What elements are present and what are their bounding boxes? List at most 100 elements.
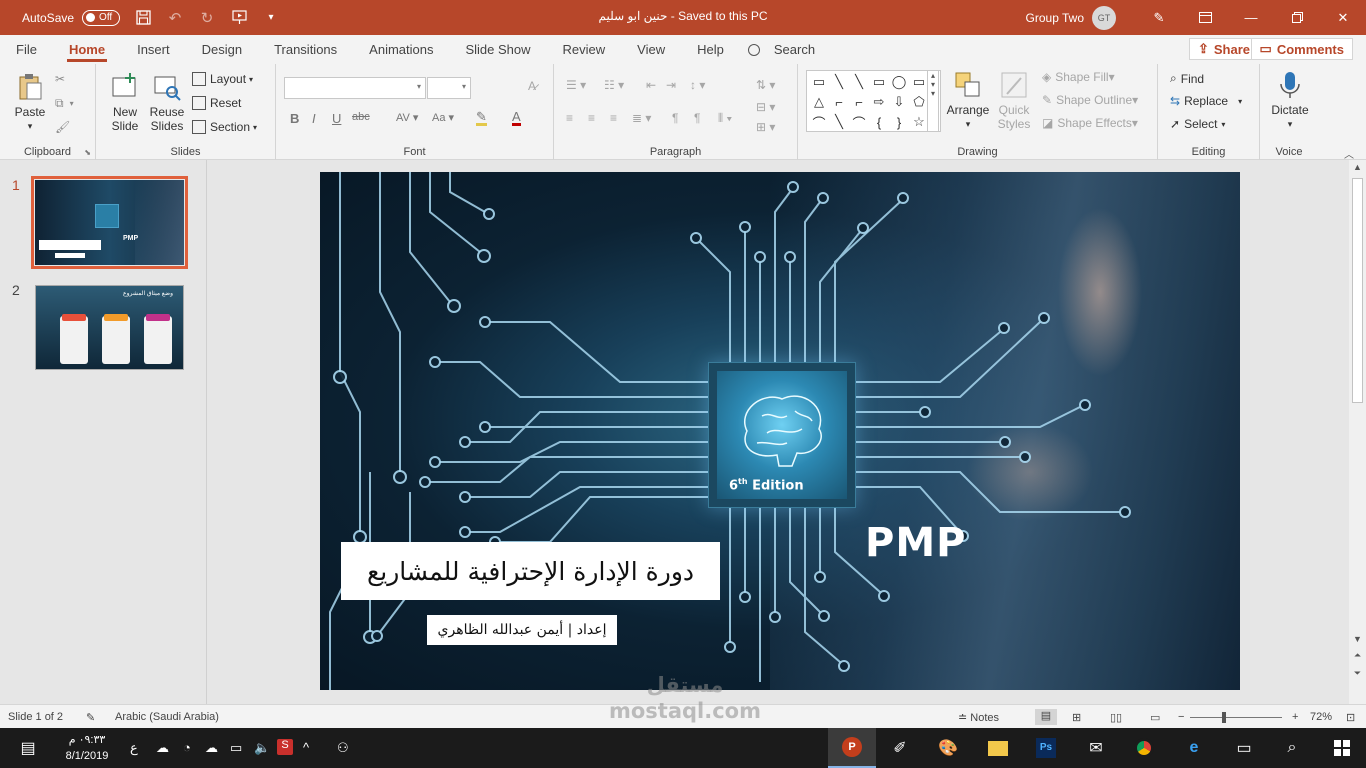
author-textbox[interactable]: إعداد | أيمن عبدالله الظاهري (427, 615, 617, 645)
format-painter-icon[interactable]: 🖌 (55, 120, 70, 134)
character-spacing-icon[interactable]: AV ▾ (396, 111, 418, 124)
tab-transitions[interactable]: Transitions (258, 35, 353, 64)
increase-indent-icon[interactable]: ⇥ (666, 78, 676, 92)
vertical-scrollbar[interactable]: ▲ ▼ ⏶ ⏷ (1349, 160, 1366, 704)
tab-insert[interactable]: Insert (121, 35, 186, 64)
file-explorer-icon[interactable] (974, 728, 1022, 768)
reuse-slides-button[interactable]: Reuse Slides (148, 72, 186, 133)
bullets-icon[interactable]: ☰ ▾ (566, 78, 586, 92)
onedrive-upload-icon[interactable]: ☁ (156, 740, 169, 756)
tab-animations[interactable]: Animations (353, 35, 449, 64)
app-tray-icon[interactable]: S (277, 739, 293, 755)
clear-formatting-icon[interactable]: A̷ (528, 79, 536, 93)
quick-styles-button[interactable]: Quick Styles (994, 70, 1034, 131)
align-right-icon[interactable]: ≡ (610, 111, 617, 125)
bold-button[interactable]: B (290, 111, 299, 126)
people-icon[interactable]: ⚇ (337, 740, 349, 756)
smartart-icon[interactable]: ⊞ ▾ (756, 120, 775, 134)
zoom-slider[interactable] (1190, 717, 1282, 718)
search-box[interactable]: Search (747, 35, 815, 64)
slide-sorter-icon[interactable]: ⊞ (1072, 711, 1081, 724)
scroll-up-icon[interactable]: ▲ (1349, 162, 1366, 172)
search-taskbar-icon[interactable]: ⌕ (1268, 728, 1316, 768)
start-icon[interactable] (1318, 728, 1366, 768)
tab-help[interactable]: Help (681, 35, 740, 64)
select-button[interactable]: ➚ Select ▾ (1170, 117, 1225, 131)
notes-button[interactable]: ≐ Notes (958, 711, 999, 724)
replace-button[interactable]: ⇆ Replace ▾ (1170, 94, 1242, 108)
redo-icon[interactable]: ↻ (198, 9, 216, 27)
zoom-out-button[interactable]: − (1178, 711, 1184, 723)
font-color-icon[interactable]: A (512, 110, 521, 126)
rtl-icon[interactable]: ¶ (672, 111, 678, 125)
restore-icon[interactable] (1274, 0, 1320, 35)
fit-to-window-icon[interactable]: ⊡ (1346, 711, 1355, 724)
highlight-icon[interactable]: ✎ (476, 110, 487, 126)
notification-center-icon[interactable]: ▤ (8, 728, 48, 768)
align-left-icon[interactable]: ≡ (566, 111, 573, 125)
customize-qat-icon[interactable]: ▾ (262, 9, 280, 27)
numbering-icon[interactable]: ☷ ▾ (604, 78, 624, 92)
pen-icon[interactable]: ✎ (1136, 0, 1182, 35)
zoom-slider-handle[interactable] (1222, 712, 1226, 723)
share-button[interactable]: ⇪ Share (1188, 38, 1259, 60)
reading-view-icon[interactable]: ▯▯ (1110, 711, 1122, 724)
scroll-down-icon[interactable]: ▼ (1349, 634, 1366, 644)
line-spacing-icon[interactable]: ↕ ▾ (690, 78, 705, 92)
tab-home[interactable]: Home (53, 35, 121, 64)
columns-icon[interactable]: ⫴ ▾ (718, 111, 732, 126)
clipboard-launcher-icon[interactable]: ⬊ (84, 148, 91, 157)
reset-button[interactable]: Reset (192, 96, 241, 110)
decrease-indent-icon[interactable]: ⇤ (646, 78, 656, 92)
font-size-field[interactable]: ▾ (427, 77, 471, 99)
user-name[interactable]: Group Two (1026, 11, 1084, 25)
photoshop-icon[interactable]: Ps (1022, 728, 1070, 768)
italic-button[interactable]: I (312, 111, 316, 126)
slide-thumbnail-1[interactable]: PMP (31, 176, 188, 269)
close-icon[interactable]: ✕ (1320, 0, 1366, 35)
tab-review[interactable]: Review (547, 35, 622, 64)
autosave-toggle[interactable]: Off (82, 9, 121, 26)
comments-button[interactable]: ▭ Comments (1250, 38, 1353, 60)
chrome-icon[interactable] (1120, 728, 1168, 768)
tab-view[interactable]: View (621, 35, 681, 64)
volume-icon[interactable]: 🔈 (254, 740, 270, 756)
shape-effects-button[interactable]: ◪ Shape Effects ▾ (1042, 116, 1138, 130)
show-hidden-icons[interactable]: ^ (303, 740, 309, 755)
task-view-icon[interactable]: ▭ (1220, 728, 1268, 768)
layout-button[interactable]: Layout ▾ (192, 72, 253, 86)
scroll-thumb[interactable] (1352, 178, 1363, 403)
dictate-button[interactable]: Dictate ▾ (1268, 70, 1312, 131)
tab-design[interactable]: Design (186, 35, 258, 64)
slide-title-textbox[interactable]: دورة الإدارة الإحترافية للمشاريع (341, 542, 720, 600)
arrange-button[interactable]: Arrange ▾ (946, 70, 990, 131)
cut-icon[interactable]: ✂ (55, 72, 65, 86)
normal-view-button[interactable]: ▤ (1035, 709, 1057, 725)
underline-button[interactable]: U (332, 111, 341, 126)
align-text-icon[interactable]: ⊟ ▾ (756, 100, 775, 114)
edge-icon[interactable]: e (1170, 728, 1218, 768)
tab-file[interactable]: File (0, 35, 53, 64)
slide-canvas[interactable]: 6th Edition PMP دورة الإدارة الإحترافية … (320, 172, 1240, 690)
slide-thumbnail-2[interactable]: وضع ميثاق المشروع (35, 285, 184, 370)
minimize-icon[interactable]: — (1228, 0, 1274, 35)
previous-slide-icon[interactable]: ⏶ (1349, 650, 1366, 661)
text-direction-icon[interactable]: ⇅ ▾ (756, 78, 775, 92)
input-language-indicator[interactable]: ع (130, 740, 138, 756)
save-icon[interactable] (134, 9, 152, 27)
powerpoint-taskbar-icon[interactable]: P (828, 728, 876, 768)
wifi-icon[interactable]: ◔ (183, 740, 191, 755)
shapes-gallery[interactable]: ▭ ╲ ╲ ▭ ◯ ▭ △ ⌐ ⌐ ⇨ ⇩ ⬠ ⌒ ╲ ⌒{} ☆ (806, 70, 941, 132)
font-name-field[interactable]: ▾ (284, 77, 426, 99)
spell-check-icon[interactable]: ✎ (86, 711, 95, 724)
ink-app-icon[interactable]: ✐ (876, 728, 924, 768)
mail-icon[interactable]: ✉ (1072, 728, 1120, 768)
language-indicator[interactable]: Arabic (Saudi Arabia) (115, 711, 219, 723)
paste-button[interactable]: Paste ▾ (10, 72, 50, 133)
avatar[interactable]: GT (1092, 5, 1116, 30)
strikethrough-button[interactable]: abc (352, 111, 370, 123)
clock[interactable]: ٠٩:٣٣ م 8/1/2019 (52, 732, 122, 764)
shape-outline-button[interactable]: ✎ Shape Outline ▾ (1042, 93, 1138, 107)
undo-icon[interactable]: ↶ (166, 9, 184, 27)
section-button[interactable]: Section ▾ (192, 120, 257, 134)
